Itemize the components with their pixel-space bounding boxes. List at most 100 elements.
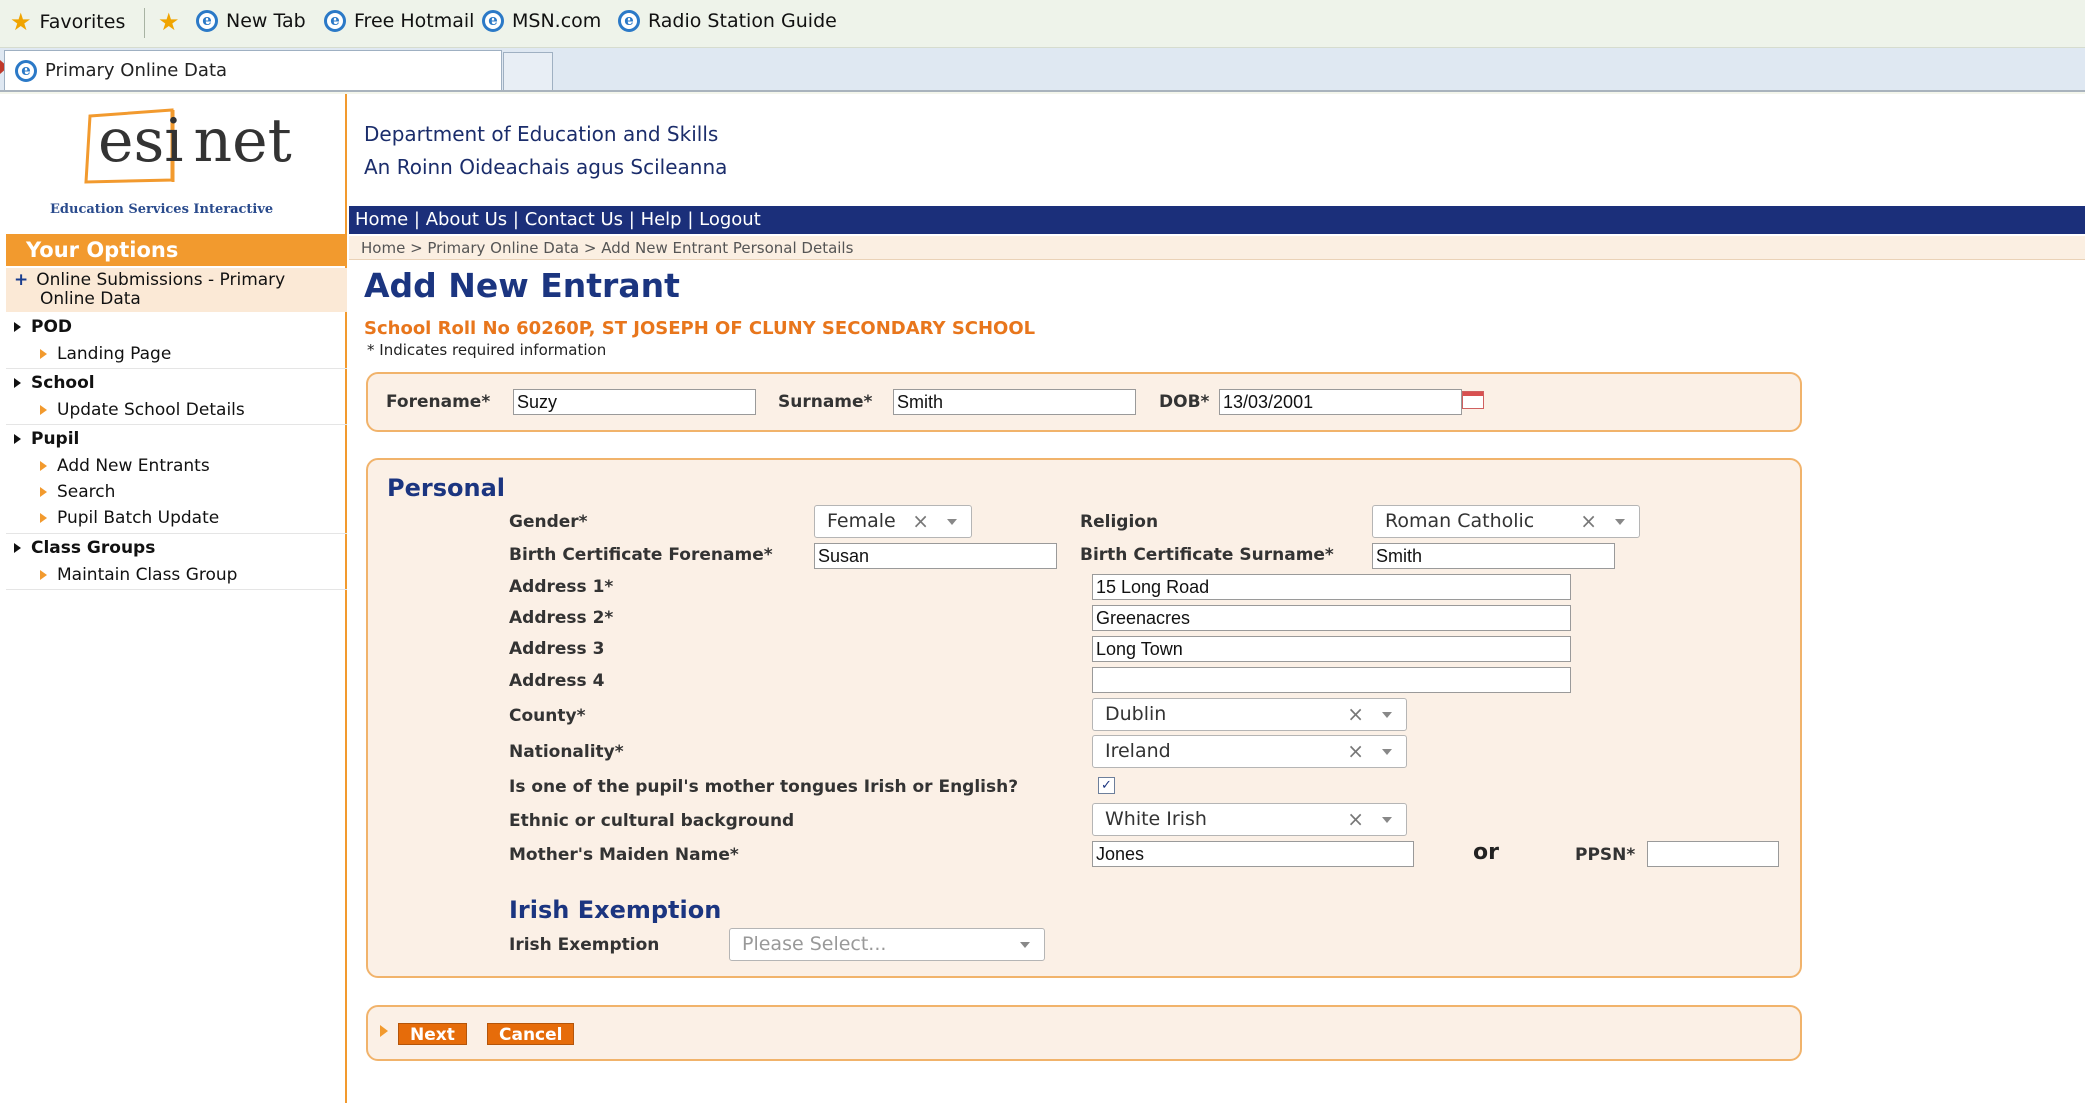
ppsn-label: PPSN* [1575, 845, 1636, 865]
sidebar-item-pupil-batch-update[interactable]: Pupil Batch Update [40, 508, 219, 528]
address1-input[interactable]: 15 Long Road [1092, 574, 1571, 600]
religion-label: Religion [1080, 512, 1159, 532]
triangle-icon [40, 487, 47, 497]
cancel-button[interactable]: Cancel [487, 1023, 575, 1045]
address3-label: Address 3 [509, 639, 605, 659]
nationality-label: Nationality* [509, 742, 624, 762]
clear-icon[interactable]: × [1580, 506, 1597, 537]
ie-page-icon: e [196, 10, 218, 32]
ppsn-input[interactable] [1647, 841, 1779, 867]
add-favorite-button[interactable]: ★ [158, 10, 180, 34]
gender-select[interactable]: Female × [814, 505, 972, 538]
chevron-down-icon [1382, 817, 1392, 823]
address3-input[interactable]: Long Town [1092, 636, 1571, 662]
forename-input[interactable]: Suzy [513, 389, 756, 415]
logo-tagline: Education Services Interactive [50, 202, 274, 217]
county-selected-value: Dublin [1105, 703, 1167, 725]
dept-name-irish: An Roinn Oideachais agus Scileanna [364, 155, 728, 179]
nav-help-link[interactable]: Help [641, 209, 682, 230]
favorite-link-free-hotmail[interactable]: e Free Hotmail [324, 10, 474, 32]
or-text: or [1473, 840, 1499, 865]
triangle-icon [40, 461, 47, 471]
irish-exemption-select[interactable]: Please Select... [729, 928, 1045, 961]
favorites-separator [144, 8, 145, 38]
bc-forename-label: Birth Certificate Forename* [509, 545, 773, 565]
tab-primary-online-data[interactable]: e Primary Online Data [4, 50, 502, 90]
nav-contact-us-link[interactable]: Contact Us [525, 209, 623, 230]
chevron-down-icon [1382, 749, 1392, 755]
breadcrumb: Home > Primary Online Data > Add New Ent… [349, 236, 2085, 260]
ethnic-select[interactable]: White Irish × [1092, 803, 1407, 836]
calendar-icon[interactable] [1462, 391, 1484, 409]
gender-label: Gender* [509, 512, 588, 532]
nav-home-link[interactable]: Home [355, 209, 408, 230]
clear-icon[interactable]: × [912, 506, 929, 537]
required-note: * Indicates required information [367, 341, 607, 359]
ie-page-icon: e [482, 10, 504, 32]
top-navigation: Home | About Us | Contact Us | Help | Lo… [349, 206, 2085, 234]
favorites-button[interactable]: ★ Favorites [10, 10, 125, 34]
favorite-link-radio-station-guide[interactable]: e Radio Station Guide [618, 10, 837, 32]
ie-page-icon: e [324, 10, 346, 32]
county-select[interactable]: Dublin × [1092, 698, 1407, 731]
ie-page-icon: e [15, 59, 37, 82]
favorite-link-msn[interactable]: e MSN.com [482, 10, 601, 32]
gender-selected-value: Female [827, 510, 896, 532]
address4-input[interactable] [1092, 667, 1571, 693]
triangle-icon [40, 570, 47, 580]
clear-icon[interactable]: × [1347, 699, 1364, 730]
chevron-down-icon [1020, 942, 1030, 948]
dept-name-english: Department of Education and Skills [364, 122, 719, 146]
ethnic-selected-value: White Irish [1105, 808, 1207, 830]
religion-select[interactable]: Roman Catholic × [1372, 505, 1640, 538]
nav-about-us-link[interactable]: About Us [426, 209, 508, 230]
esinet-logo[interactable]: esi net Education Services Interactive [50, 104, 292, 217]
maiden-name-label: Mother's Maiden Name* [509, 845, 739, 865]
sidebar-item-landing-page[interactable]: Landing Page [40, 344, 171, 364]
mother-tongue-label: Is one of the pupil's mother tongues Iri… [509, 777, 1019, 797]
logo-text-net: net [193, 106, 292, 176]
new-tab-button[interactable] [503, 52, 553, 90]
bc-surname-label: Birth Certificate Surname* [1080, 545, 1334, 565]
chevron-down-icon [947, 519, 957, 525]
bc-forename-input[interactable]: Susan [814, 543, 1057, 569]
irish-exemption-label: Irish Exemption [509, 935, 660, 955]
triangle-icon [14, 434, 21, 444]
sidebar-item-school[interactable]: School [14, 373, 95, 393]
irish-exemption-section-title: Irish Exemption [509, 896, 722, 924]
maiden-name-input[interactable]: Jones [1092, 841, 1414, 867]
triangle-icon [14, 543, 21, 553]
school-roll-info: School Roll No 60260P, ST JOSEPH OF CLUN… [364, 318, 1036, 339]
sidebar-item-online-submissions[interactable]: + Online Submissions - Primary Online Dat… [14, 271, 285, 309]
favorites-bar: ★ Favorites ★ e New Tab e Free Hotmail e… [0, 0, 2085, 48]
irish-exemption-placeholder: Please Select... [742, 933, 887, 955]
your-options-header: Your Options [6, 234, 347, 266]
county-label: County* [509, 706, 586, 726]
mother-tongue-checkbox[interactable]: ✓ [1098, 777, 1115, 794]
triangle-icon [40, 513, 47, 523]
sidebar-item-pod[interactable]: POD [14, 317, 72, 337]
sidebar-item-maintain-class-group[interactable]: Maintain Class Group [40, 565, 237, 585]
next-button[interactable]: Next [398, 1023, 467, 1045]
favorites-star-icon: ★ [10, 8, 32, 36]
sidebar-item-search[interactable]: Search [40, 482, 115, 502]
sidebar-item-update-school-details[interactable]: Update School Details [40, 400, 245, 420]
sidebar-item-class-groups[interactable]: Class Groups [14, 538, 155, 558]
address2-input[interactable]: Greenacres [1092, 605, 1571, 631]
address1-label: Address 1* [509, 577, 614, 597]
ie-page-icon: e [618, 10, 640, 32]
ethnic-label: Ethnic or cultural background [509, 811, 795, 831]
clear-icon[interactable]: × [1347, 804, 1364, 835]
bc-surname-input[interactable]: Smith [1372, 543, 1615, 569]
surname-input[interactable]: Smith [893, 389, 1136, 415]
sidebar-item-add-new-entrants[interactable]: Add New Entrants [40, 456, 210, 476]
triangle-icon [14, 322, 21, 332]
forename-label: Forename* [386, 392, 491, 412]
dob-input[interactable]: 13/03/2001 [1219, 389, 1462, 415]
favorite-link-new-tab[interactable]: e New Tab [196, 10, 306, 32]
clear-icon[interactable]: × [1347, 736, 1364, 767]
nationality-select[interactable]: Ireland × [1092, 735, 1407, 768]
page-title: Add New Entrant [364, 266, 680, 305]
sidebar-item-pupil[interactable]: Pupil [14, 429, 79, 449]
nav-logout-link[interactable]: Logout [699, 209, 761, 230]
